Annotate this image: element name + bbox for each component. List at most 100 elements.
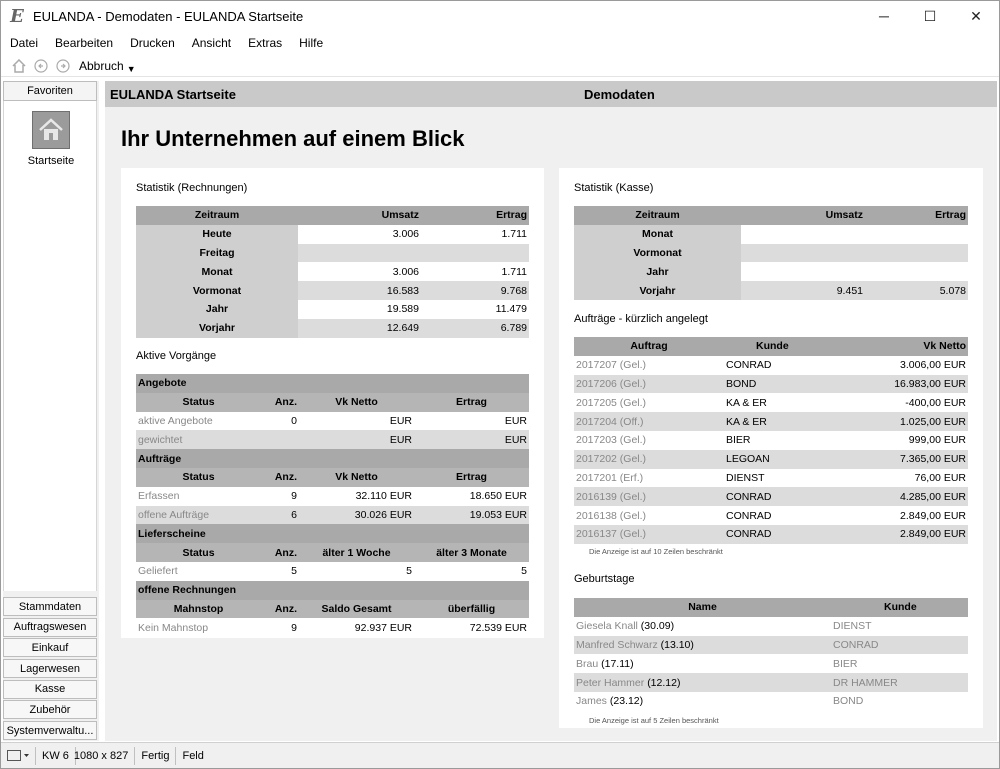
maximize-button[interactable]: ☐ <box>907 1 953 31</box>
window-layout-icon[interactable] <box>1 746 36 765</box>
left-panel: Statistik (Rechnungen) Zeitraum Umsatz E… <box>121 168 544 638</box>
umsatz-value <box>741 262 865 281</box>
order-number[interactable]: 2016139 (Gel.) <box>574 487 724 506</box>
order-number[interactable]: 2017204 (Off.) <box>574 412 724 431</box>
order-number[interactable]: 2017205 (Gel.) <box>574 393 724 412</box>
table-row[interactable]: 2016138 (Gel.) CONRAD 2.849,00 EUR <box>574 506 968 525</box>
column-header: überfällig <box>414 599 529 619</box>
menu-drucken[interactable]: Drucken <box>121 36 183 50</box>
order-number[interactable]: 2017207 (Gel.) <box>574 356 724 375</box>
table-header-row: Status Anz. Vk Netto Ertrag <box>136 392 529 412</box>
status-cell[interactable]: Kein Mahnstop <box>136 618 261 637</box>
table-row[interactable]: 2017207 (Gel.) CONRAD 3.006,00 EUR <box>574 356 968 375</box>
table-row[interactable]: Kein Mahnstop 9 92.937 EUR 72.539 EUR <box>136 618 529 637</box>
table-row[interactable]: Geliefert 5 5 5 <box>136 562 529 581</box>
birthday-date: (30.09) <box>640 620 675 633</box>
birthday-name-cell[interactable]: Peter Hammer (12.12) <box>574 673 831 692</box>
table-header-row: Zeitraum Umsatz Ertrag <box>136 206 529 225</box>
row-label: Monat <box>574 224 741 244</box>
status-cell[interactable]: Erfassen <box>136 487 261 506</box>
toolbar: Abbruch ▼ <box>1 55 999 77</box>
nav-stammdaten[interactable]: Stammdaten <box>3 597 97 616</box>
favorite-startseite[interactable]: Startseite <box>4 101 98 167</box>
table-row[interactable]: James (23.12) BOND <box>574 692 968 711</box>
table-row[interactable]: 2017203 (Gel.) BIER 999,00 EUR <box>574 431 968 450</box>
order-customer: CONRAD <box>726 528 772 541</box>
table-row[interactable]: 2017202 (Gel.) LEGOAN 7.365,00 EUR <box>574 449 968 469</box>
order-number[interactable]: 2017201 (Erf.) <box>574 469 724 488</box>
count-cell: 6 <box>291 508 297 521</box>
menu-datei[interactable]: Datei <box>1 36 46 50</box>
order-number[interactable]: 2017206 (Gel.) <box>574 375 724 394</box>
table-header-row: Status Anz. Vk Netto Ertrag <box>136 467 529 487</box>
umsatz-value <box>298 243 421 263</box>
birthdays-title: Geburtstage <box>574 573 635 585</box>
order-number[interactable]: 2016138 (Gel.) <box>574 506 724 525</box>
nav-systemverwaltung[interactable]: Systemverwaltu... <box>3 721 97 741</box>
order-number[interactable]: 2016137 (Gel.) <box>574 525 724 544</box>
nav-auftragswesen[interactable]: Auftragswesen <box>3 617 97 637</box>
status-cell[interactable]: gewichtet <box>136 430 261 449</box>
table-row[interactable]: Manfred Schwarz (13.10) CONRAD <box>574 635 968 655</box>
menu-extras[interactable]: Extras <box>239 36 290 50</box>
table-row[interactable]: 2017204 (Off.) KA & ER 1.025,00 EUR <box>574 412 968 431</box>
table-row[interactable]: offene Aufträge 6 30.026 EUR 19.053 EUR <box>136 505 529 525</box>
table-row: Monat <box>574 224 968 244</box>
menu-bar: Datei Bearbeiten Drucken Ansicht Extras … <box>1 33 331 53</box>
field-text: Feld <box>182 749 204 762</box>
column-header: Ertrag <box>865 206 968 225</box>
birthday-name-cell[interactable]: Brau (17.11) <box>574 654 831 673</box>
table-row[interactable]: Erfassen 9 32.110 EUR 18.650 EUR <box>136 487 529 506</box>
table-row[interactable]: 2016137 (Gel.) CONRAD 2.849,00 EUR <box>574 524 968 544</box>
umsatz-value: 16.583 <box>298 281 421 300</box>
birthday-name-cell[interactable]: Manfred Schwarz (13.10) <box>574 636 831 655</box>
menu-hilfe[interactable]: Hilfe <box>290 36 331 50</box>
menu-bearbeiten[interactable]: Bearbeiten <box>46 36 121 50</box>
column-header: älter 3 Monate <box>414 543 529 562</box>
birthday-date: (17.11) <box>601 657 634 670</box>
nav-zubehoer[interactable]: Zubehör <box>3 700 97 720</box>
back-icon[interactable] <box>31 56 51 76</box>
person-name: James <box>576 695 607 708</box>
table-row[interactable]: gewichtet EUR EUR <box>136 430 529 450</box>
status-cell[interactable]: aktive Angebote <box>136 412 261 431</box>
order-number[interactable]: 2017202 (Gel.) <box>574 450 724 469</box>
birthday-date: (13.10) <box>660 638 694 651</box>
nav-einkauf[interactable]: Einkauf <box>3 638 97 658</box>
chevron-down-icon[interactable]: ▼ <box>127 64 136 74</box>
count-cell: 0 <box>291 414 297 427</box>
table-row[interactable]: 2017206 (Gel.) BOND 16.983,00 EUR <box>574 374 968 394</box>
table-row[interactable]: Peter Hammer (12.12) DR HAMMER <box>574 673 968 692</box>
eulanda-logo-icon: E <box>10 5 24 27</box>
status-cell[interactable]: Geliefert <box>136 562 261 581</box>
table-row: Vorjahr 12.649 6.789 <box>136 318 529 338</box>
table-row[interactable]: 2017201 (Erf.) DIENST 76,00 EUR <box>574 469 968 488</box>
table-row[interactable]: Brau (17.11) BIER <box>574 654 968 673</box>
menu-ansicht[interactable]: Ansicht <box>183 36 239 50</box>
abort-button[interactable]: Abbruch <box>79 59 124 73</box>
order-amount: 4.285,00 EUR <box>900 490 966 503</box>
favorites-header[interactable]: Favoriten <box>3 81 97 101</box>
table-row[interactable]: 2016139 (Gel.) CONRAD 4.285,00 EUR <box>574 487 968 507</box>
birthday-name-cell[interactable]: Giesela Knall (30.09) <box>574 617 831 636</box>
nav-kasse[interactable]: Kasse <box>3 679 97 699</box>
order-customer: CONRAD <box>726 509 772 522</box>
order-number[interactable]: 2017203 (Gel.) <box>574 431 724 450</box>
column-header: Ertrag <box>421 206 529 225</box>
row-label: Jahr <box>574 262 741 282</box>
home-icon[interactable] <box>9 56 29 76</box>
close-button[interactable]: ✕ <box>953 1 999 31</box>
vk-cell: EUR <box>389 433 412 446</box>
table-row[interactable]: Giesela Knall (30.09) DIENST <box>574 617 968 636</box>
table-row[interactable]: aktive Angebote 0 EUR EUR <box>136 412 529 431</box>
column-header: Vk Netto <box>299 392 414 412</box>
umsatz-value <box>741 243 865 263</box>
table-row[interactable]: 2017205 (Gel.) KA & ER -400,00 EUR <box>574 393 968 412</box>
nav-lagerwesen[interactable]: Lagerwesen <box>3 659 97 679</box>
table-header-row: Name Kunde <box>574 598 968 617</box>
status-cell[interactable]: offene Aufträge <box>136 506 261 525</box>
minimize-button[interactable]: ─ <box>861 1 907 31</box>
birthday-name-cell[interactable]: James (23.12) <box>574 692 831 711</box>
forward-icon[interactable] <box>53 56 73 76</box>
table-row: Jahr 19.589 11.479 <box>136 299 529 319</box>
